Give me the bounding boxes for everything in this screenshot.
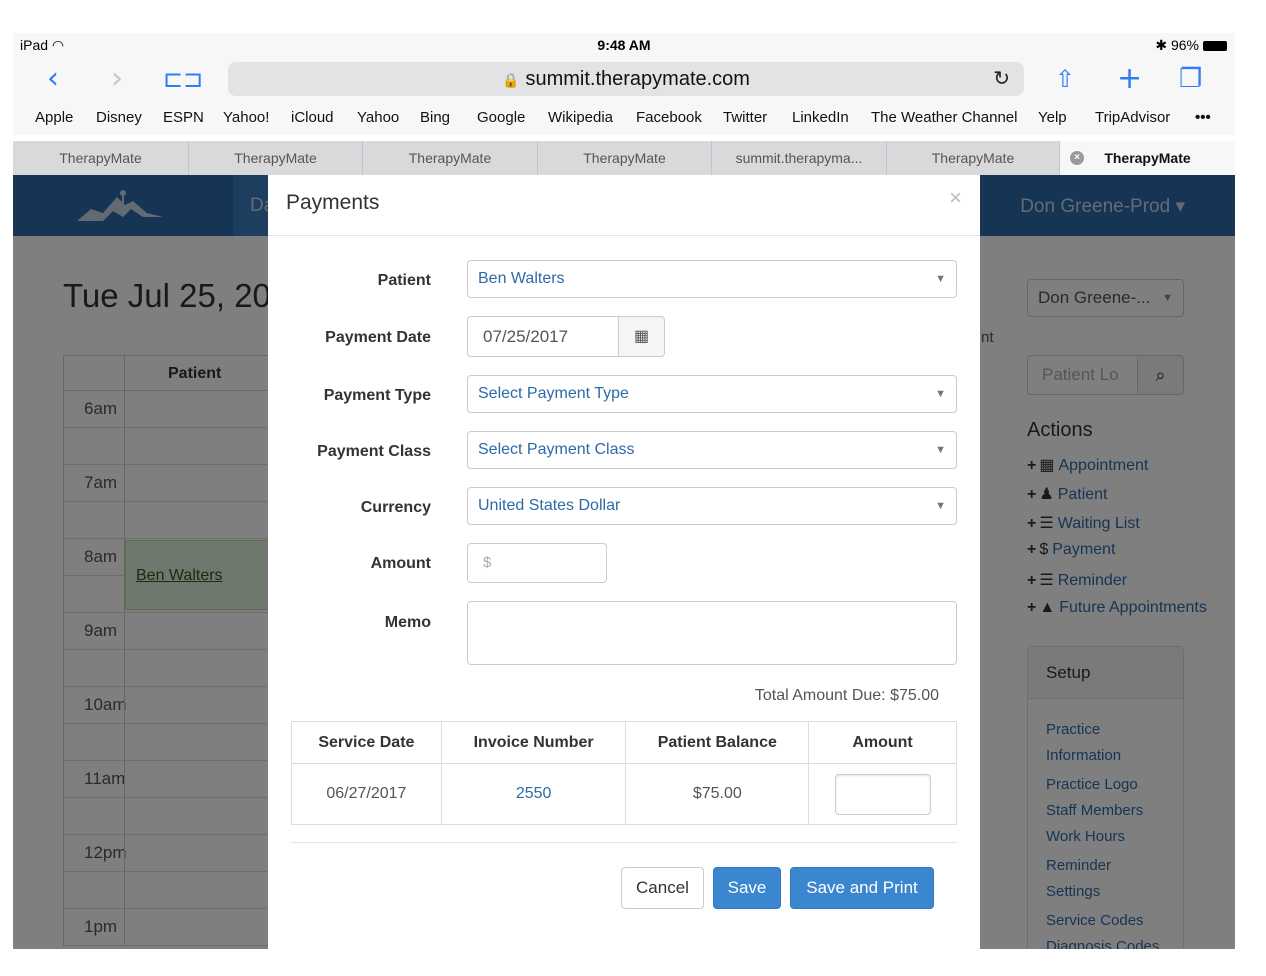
battery-icon [1203,41,1227,52]
ipad-screen: iPad ◠ 9:48 AM ✱ 96% ‹ › ⊏⊐ 🔒 summit.ther… [13,33,1235,949]
bookmark-linkedin[interactable]: LinkedIn [792,109,849,126]
bookmark-yelp[interactable]: Yelp [1038,109,1067,126]
column-header: Invoice Number [440,721,627,764]
payment-class-select[interactable]: Select Payment Class ▼ [467,431,957,469]
save-button[interactable]: Save [713,867,781,909]
payment-type-label: Payment Type [323,387,431,404]
bookmark-weather-channel[interactable]: The Weather Channel [871,109,1017,126]
browser-tab[interactable]: TherapyMate [13,141,189,175]
bookmark-espn[interactable]: ESPN [163,109,204,126]
bookmark-yahoo-bang[interactable]: Yahoo! [223,109,269,126]
url-text: summit.therapymate.com [525,68,750,90]
currency-label: Currency [360,499,431,516]
forward-icon[interactable]: › [111,61,123,97]
amount-label: Amount [370,555,431,572]
bookmark-facebook[interactable]: Facebook [636,109,702,126]
calendar-icon[interactable]: ▦ [618,316,665,357]
footer-divider [291,842,957,843]
patient-label: Patient [377,272,431,289]
payment-type-select[interactable]: Select Payment Type ▼ [467,375,957,413]
payment-class-label: Payment Class [317,443,431,460]
total-amount-due: Total Amount Due: $75.00 [754,687,939,704]
tabs-overview-icon[interactable]: ❐ [1179,61,1202,97]
bookmark-tripadvisor[interactable]: TripAdvisor [1095,109,1170,126]
caret-down-icon: ▼ [935,500,946,512]
bookmarks-bar: Apple Disney ESPN Yahoo! iCloud Yahoo Bi… [13,101,1235,135]
amount-input[interactable]: $ [467,543,607,583]
new-tab-icon[interactable]: + [1117,61,1142,97]
bookmarks-more-icon[interactable]: ••• [1195,109,1211,126]
patient-select[interactable]: Ben Walters ▼ [467,260,957,298]
reload-icon[interactable]: ↻ [993,62,1010,96]
table-row: 06/27/2017 2550 $75.00 [291,763,957,825]
browser-tab[interactable]: TherapyMate [189,141,363,175]
close-icon[interactable]: × [949,185,962,211]
payment-date-input[interactable]: 07/25/2017 [467,316,619,357]
payments-modal: Payments × Patient Ben Walters ▼ Payment… [268,175,980,949]
currency-select[interactable]: United States Dollar ▼ [467,487,957,525]
bookmark-apple[interactable]: Apple [35,109,73,126]
close-tab-icon[interactable]: × [1070,151,1084,165]
invoice-table: Service Date Invoice Number Patient Bala… [291,721,957,825]
caret-down-icon: ▼ [935,273,946,285]
browser-toolbar: ‹ › ⊏⊐ 🔒 summit.therapymate.com ↻ ⇧ + ❐ [13,57,1235,101]
cancel-button[interactable]: Cancel [621,867,704,909]
therapymate-app: Da Don Greene-Prod ▾ Tue Jul 25, 201 Pat… [13,175,1235,949]
browser-tab[interactable]: TherapyMate [363,141,538,175]
share-icon[interactable]: ⇧ [1055,61,1075,97]
bluetooth-icon: ✱ [1155,37,1168,53]
modal-title: Payments [286,191,380,214]
bookmark-yahoo[interactable]: Yahoo [357,109,399,126]
browser-tab-active[interactable]: × TherapyMate [1060,141,1235,175]
modal-header: Payments × [268,175,980,236]
memo-label: Memo [384,614,431,631]
column-header: Service Date [291,721,442,764]
patient-balance-cell: $75.00 [625,763,810,825]
bookmark-icloud[interactable]: iCloud [291,109,334,126]
back-icon[interactable]: ‹ [47,61,59,97]
battery-indicator: ✱ 96% [1155,37,1227,54]
amount-cell [808,763,957,825]
bookmark-twitter[interactable]: Twitter [723,109,767,126]
status-bar: iPad ◠ 9:48 AM ✱ 96% [13,33,1235,57]
bookmark-wikipedia[interactable]: Wikipedia [548,109,613,126]
bookmark-google[interactable]: Google [477,109,525,126]
caret-down-icon: ▼ [935,388,946,400]
invoice-number-link[interactable]: 2550 [440,763,627,825]
caret-down-icon: ▼ [935,444,946,456]
bookmarks-icon[interactable]: ⊏⊐ [163,61,203,97]
payment-date-label: Payment Date [325,329,431,346]
column-header: Patient Balance [625,721,810,764]
service-date-cell: 06/27/2017 [291,763,442,825]
browser-tab[interactable]: TherapyMate [538,141,712,175]
save-and-print-button[interactable]: Save and Print [790,867,934,909]
browser-tab[interactable]: TherapyMate [887,141,1060,175]
memo-textarea[interactable] [467,601,957,665]
lock-icon: 🔒 [502,72,520,88]
browser-tab[interactable]: summit.therapyma... [712,141,887,175]
column-header: Amount [808,721,957,764]
address-bar[interactable]: 🔒 summit.therapymate.com ↻ [228,62,1024,96]
row-amount-input[interactable] [834,773,931,815]
bookmark-bing[interactable]: Bing [420,109,450,126]
clock: 9:48 AM [597,37,651,53]
tab-bar: TherapyMate TherapyMate TherapyMate Ther… [13,141,1235,175]
bookmark-disney[interactable]: Disney [96,109,142,126]
